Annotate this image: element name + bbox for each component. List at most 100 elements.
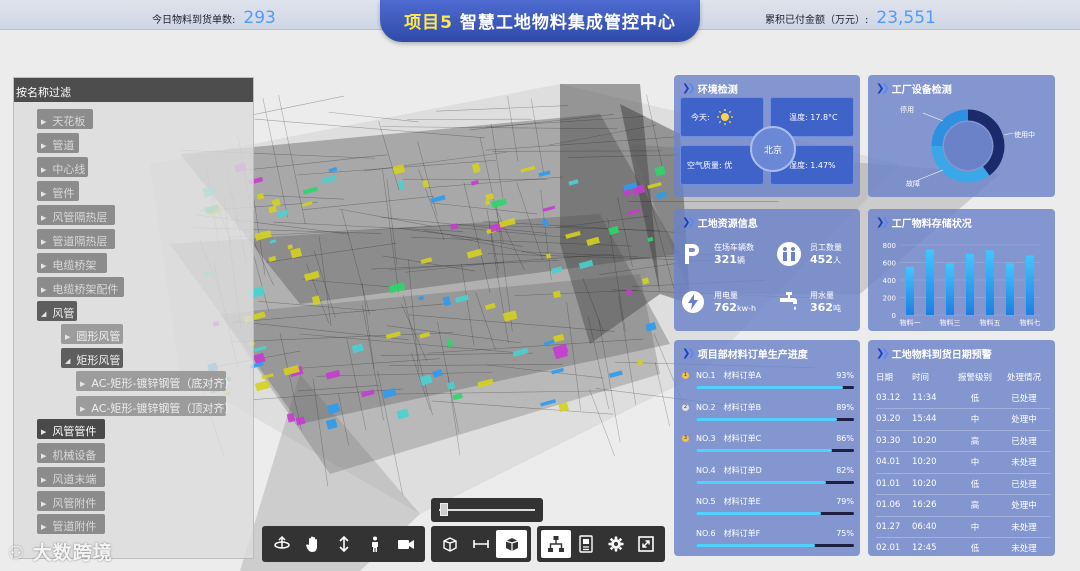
- caret-right-icon[interactable]: ▶: [41, 238, 46, 246]
- order-no: NO.5: [696, 497, 716, 507]
- table-cell: 04.01: [876, 457, 901, 468]
- caret-down-icon[interactable]: ◢: [41, 310, 46, 318]
- order-no: NO.4: [696, 465, 716, 475]
- pan-hand-icon[interactable]: [297, 530, 328, 558]
- caret-right-icon[interactable]: ▶: [41, 142, 46, 150]
- fullscreen-icon[interactable]: [631, 530, 661, 558]
- tree-item[interactable]: ▶ 管道: [37, 133, 79, 153]
- temperature-text: 温度: 17.8°C: [789, 112, 838, 122]
- table-cell: 中: [970, 458, 980, 469]
- cube-view-icon[interactable]: [496, 530, 528, 558]
- tree-item[interactable]: ◢ 风管: [37, 301, 77, 321]
- progress-item: 1 NO.1 材料订单A 93%: [682, 370, 854, 400]
- camera-icon[interactable]: [390, 530, 421, 558]
- tree-item-label: AC-矩形-镀锌钢管（底对齐）: [91, 377, 236, 390]
- caret-right-icon[interactable]: ▶: [41, 166, 46, 174]
- person-walk-icon[interactable]: [359, 530, 390, 558]
- environment-card-title: ❯❯ 环境检测: [682, 81, 738, 96]
- tree-item-label: AC-矩形-镀锌钢管（顶对齐）: [91, 402, 236, 415]
- progress-bar: [696, 386, 854, 389]
- order-name: 材料订单C: [723, 434, 762, 444]
- watermark: ⚇ 大数跨境: [8, 538, 113, 565]
- tree-item[interactable]: ◢ 矩形风管: [61, 348, 123, 368]
- caret-right-icon[interactable]: ▶: [41, 476, 46, 484]
- sun-icon: [716, 109, 733, 125]
- resources-title-text: 工地资源信息: [697, 219, 758, 230]
- vehicles-value: 321: [714, 253, 737, 266]
- today-arrival-stat: 今日物料到货单数: 293: [152, 8, 276, 28]
- tree-item[interactable]: ▶ 圆形风管: [61, 324, 123, 344]
- table-cell: 低: [970, 544, 980, 555]
- tree-filter-header[interactable]: 按名称过滤: [14, 78, 253, 102]
- caret-right-icon[interactable]: ▶: [80, 380, 85, 388]
- caret-right-icon[interactable]: ▶: [41, 500, 46, 508]
- caret-right-icon[interactable]: ▶: [41, 428, 46, 436]
- project-name: 项目5: [404, 13, 453, 33]
- tree-item[interactable]: ▶ 电缆桥架配件: [37, 277, 124, 297]
- tree-item[interactable]: ▶ 管道附件: [37, 514, 105, 534]
- paid-amount-stat: 累积已付金额（万元）: 23,551: [765, 8, 936, 28]
- table-cell: 01.01: [876, 478, 901, 489]
- slider-track[interactable]: [439, 509, 535, 511]
- x-tick-label: 物料三: [940, 318, 961, 327]
- caret-right-icon[interactable]: ▶: [41, 118, 46, 126]
- tree-item[interactable]: ▶ AC-矩形-镀锌钢管（顶对齐）: [76, 396, 235, 416]
- tree-item[interactable]: ▶ 风管附件: [37, 491, 105, 511]
- tree-item[interactable]: ▶ 风管管件: [37, 419, 105, 439]
- tree-item-label: 天花板: [52, 115, 86, 128]
- caret-right-icon[interactable]: ▶: [41, 190, 46, 198]
- tree-item-label: 中心线: [52, 163, 86, 176]
- order-name: 材料订单F: [723, 529, 761, 538]
- tree-item[interactable]: ▶ 风管隔热层: [37, 205, 115, 225]
- staff-stat: 员工数量 452人: [776, 241, 842, 267]
- tree-item[interactable]: ▶ AC-矩形-镀锌钢管（底对齐）: [76, 371, 235, 391]
- watermark-text: 大数跨境: [32, 542, 113, 564]
- settings-icon[interactable]: [601, 530, 631, 558]
- table-cell: 10:20: [912, 435, 937, 446]
- caret-down-icon[interactable]: ◢: [65, 357, 70, 365]
- caret-right-icon[interactable]: ▶: [41, 214, 46, 222]
- table-cell: 10:20: [912, 478, 937, 489]
- model-tree-icon[interactable]: [541, 530, 571, 558]
- tree-item[interactable]: ▶ 管道隔热层: [37, 229, 115, 249]
- caret-right-icon[interactable]: ▶: [41, 452, 46, 460]
- caret-right-icon[interactable]: ▶: [41, 262, 46, 270]
- tree-item[interactable]: ▶ 电缆桥架: [37, 253, 107, 273]
- chevron-double-icon: ❯❯: [876, 348, 890, 359]
- weather-box: 今天:: [680, 97, 764, 137]
- caret-right-icon[interactable]: ▶: [41, 523, 46, 531]
- table-cell: 已处理: [1011, 479, 1037, 490]
- rank-badge: [682, 498, 689, 505]
- tree-item[interactable]: ▶ 中心线: [37, 157, 88, 177]
- order-percent: 82%: [836, 465, 854, 475]
- donut-hole: [944, 122, 992, 170]
- label-leader: [1003, 132, 1014, 136]
- tree-item-label: 风管附件: [52, 497, 97, 510]
- tree-item-label: 风管管件: [52, 425, 97, 438]
- staff-value: 452: [810, 253, 833, 266]
- staff-label: 员工数量: [810, 243, 842, 252]
- electricity-value: 762: [714, 301, 737, 314]
- caret-right-icon[interactable]: ▶: [80, 405, 85, 413]
- tree-item[interactable]: ▶ 天花板: [37, 109, 93, 129]
- order-name: 材料订单E: [723, 497, 761, 507]
- caret-right-icon[interactable]: ▶: [41, 286, 46, 294]
- orbit-icon[interactable]: [266, 530, 297, 558]
- vehicles-unit: 辆: [736, 256, 745, 265]
- tree-item[interactable]: ▶ 机械设备: [37, 443, 105, 463]
- box-section-icon[interactable]: [435, 530, 466, 558]
- slider-thumb[interactable]: [439, 503, 448, 516]
- properties-icon[interactable]: [571, 530, 601, 558]
- section-toolbar: [431, 526, 531, 562]
- table-cell: 16:26: [912, 500, 937, 511]
- tree-item[interactable]: ▶ 管件: [37, 181, 79, 201]
- tree-item-label: 风管隔热层: [52, 211, 108, 224]
- measure-icon[interactable]: [466, 530, 497, 558]
- city-badge: 北京: [750, 126, 796, 172]
- caret-right-icon[interactable]: ▶: [65, 333, 70, 341]
- zoom-vertical-icon[interactable]: [328, 530, 359, 558]
- progress-title-text: 项目部材料订单生产进度: [697, 350, 808, 361]
- section-slider[interactable]: [431, 498, 543, 522]
- tree-item[interactable]: ▶ 风道末端: [37, 467, 105, 487]
- table-cell: 03.12: [876, 392, 901, 403]
